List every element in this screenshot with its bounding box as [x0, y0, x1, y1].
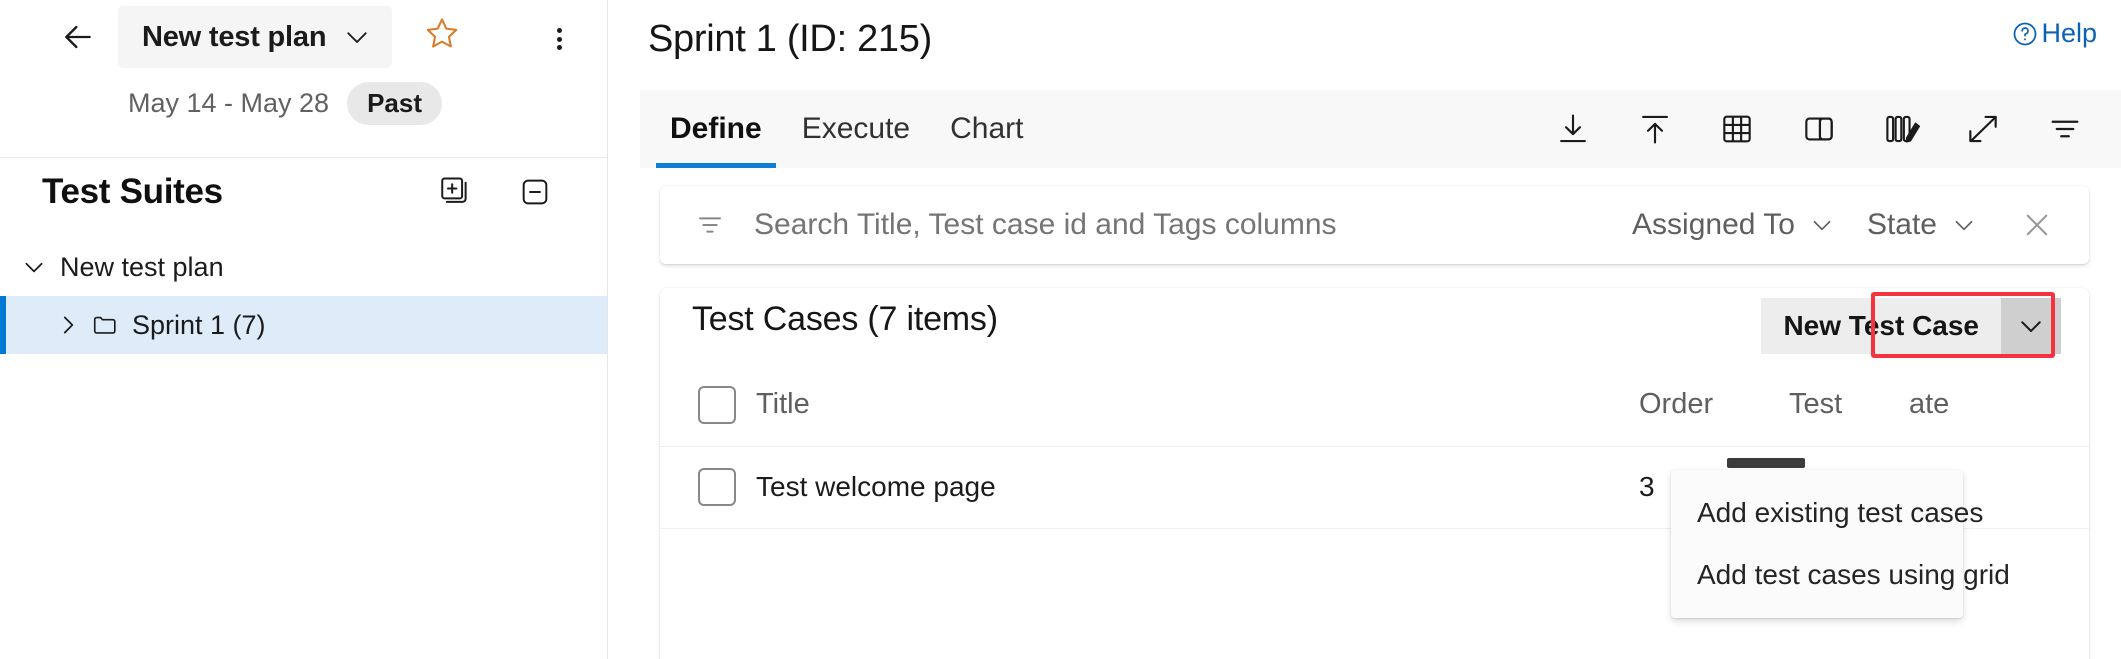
suite-detail-panel: Sprint 1 (ID: 215) Help Define Execute C…	[608, 0, 2121, 659]
chevron-down-icon[interactable]	[14, 247, 54, 287]
tree-item-sprint-1[interactable]: Sprint 1 (7)	[0, 296, 607, 354]
select-all-cell	[660, 364, 756, 446]
plan-header: New test plan May 14 - May 28 Past	[0, 0, 607, 158]
column-header-state-label: ate	[1909, 388, 1949, 420]
plan-more-actions-icon[interactable]	[538, 18, 580, 60]
collapse-all-icon[interactable]	[515, 172, 555, 212]
help-circle-icon	[2011, 20, 2039, 48]
row-checkbox[interactable]	[698, 468, 736, 506]
upload-icon[interactable]	[1629, 103, 1681, 155]
plan-dates: May 14 - May 28 Past	[128, 82, 442, 125]
column-header-order-label: Order	[1639, 388, 1713, 420]
test-plans-page: New test plan May 14 - May 28 Past	[0, 0, 2121, 659]
test-cases-title: Test Cases (7 items)	[692, 300, 998, 339]
new-test-case-split-button: New Test Case	[1761, 298, 2061, 354]
grid-view-icon[interactable]	[1711, 103, 1763, 155]
download-icon[interactable]	[1547, 103, 1599, 155]
split-pane-icon[interactable]	[1793, 103, 1845, 155]
new-suite-icon[interactable]	[435, 172, 475, 212]
page-title: Sprint 1 (ID: 215)	[648, 18, 932, 61]
column-header-title-label: Title	[756, 388, 810, 420]
test-suites-actions	[435, 172, 555, 212]
tab-execute[interactable]: Execute	[788, 90, 924, 168]
help-label: Help	[2041, 18, 2097, 49]
help-link[interactable]: Help	[2011, 18, 2097, 49]
new-test-case-dropdown-toggle[interactable]	[2001, 298, 2061, 354]
cell-title-label: Test welcome page	[756, 471, 996, 502]
tree-item-new-test-plan[interactable]: New test plan	[0, 238, 607, 296]
search-filter-bar: Assigned To State	[660, 186, 2089, 264]
column-header-state[interactable]: ate	[1909, 364, 2089, 446]
column-header-title[interactable]: Title	[756, 364, 1639, 446]
test-cases-card: Test Cases (7 items) New Test Case Add e…	[660, 288, 2089, 659]
column-options-icon[interactable]	[1875, 103, 1927, 155]
select-all-checkbox[interactable]	[698, 386, 736, 424]
filter-icon[interactable]	[2039, 103, 2091, 155]
new-test-case-menu: Add existing test cases Add test cases u…	[1671, 470, 1963, 618]
plan-selector-button[interactable]: New test plan	[118, 6, 392, 68]
column-header-test-id-label: Test	[1789, 388, 1842, 420]
search-input[interactable]	[752, 207, 1616, 243]
filter-icon[interactable]	[690, 205, 730, 245]
tab-define[interactable]: Define	[656, 90, 776, 168]
assigned-to-filter[interactable]: Assigned To	[1616, 208, 1851, 242]
test-cases-header: Test Cases (7 items) New Test Case Add e…	[660, 288, 2089, 364]
tab-toolbar	[1547, 90, 2121, 168]
menu-anchor-shadow	[1727, 458, 1805, 468]
assigned-to-label: Assigned To	[1632, 208, 1795, 242]
menu-item-add-existing-test-cases[interactable]: Add existing test cases	[1671, 482, 1963, 544]
chevron-down-icon	[342, 22, 372, 52]
tree-item-label: Sprint 1 (7)	[132, 310, 266, 341]
table-header-row: Title Order Test ate	[660, 364, 2089, 446]
folder-icon	[88, 308, 122, 342]
column-header-order[interactable]: Order	[1639, 364, 1789, 446]
suite-tree: New test plan Sprint 1 (7)	[0, 238, 607, 354]
column-header-test-id[interactable]: Test	[1789, 364, 1909, 446]
cell-order-label: 3	[1639, 471, 1655, 502]
new-test-case-button[interactable]: New Test Case	[1761, 298, 2001, 354]
state-label: State	[1867, 208, 1937, 242]
cell-title: Test welcome page	[756, 446, 1639, 528]
favorite-star-icon[interactable]	[420, 12, 464, 56]
test-suites-header: Test Suites	[0, 158, 607, 226]
tree-item-label: New test plan	[60, 252, 224, 283]
row-select-cell	[660, 446, 756, 528]
test-suites-title: Test Suites	[42, 172, 223, 212]
back-arrow-icon[interactable]	[55, 14, 101, 60]
plan-date-range-label: May 14 - May 28	[128, 88, 329, 119]
state-filter[interactable]: State	[1851, 208, 1993, 242]
chevron-down-icon	[1809, 212, 1835, 238]
clear-filters-icon[interactable]	[2013, 201, 2061, 249]
test-suites-panel: New test plan May 14 - May 28 Past	[0, 0, 608, 659]
chevron-right-icon[interactable]	[48, 305, 88, 345]
plan-status-badge: Past	[347, 82, 442, 125]
chevron-down-icon	[1951, 212, 1977, 238]
plan-name-label: New test plan	[142, 21, 326, 54]
menu-item-add-test-cases-using-grid[interactable]: Add test cases using grid	[1671, 544, 1963, 606]
table-header: Title Order Test ate	[660, 364, 2089, 446]
tab-chart[interactable]: Chart	[936, 90, 1037, 168]
tabs: Define Execute Chart	[640, 90, 1049, 168]
fullscreen-icon[interactable]	[1957, 103, 2009, 155]
tab-strip: Define Execute Chart	[640, 90, 2121, 168]
